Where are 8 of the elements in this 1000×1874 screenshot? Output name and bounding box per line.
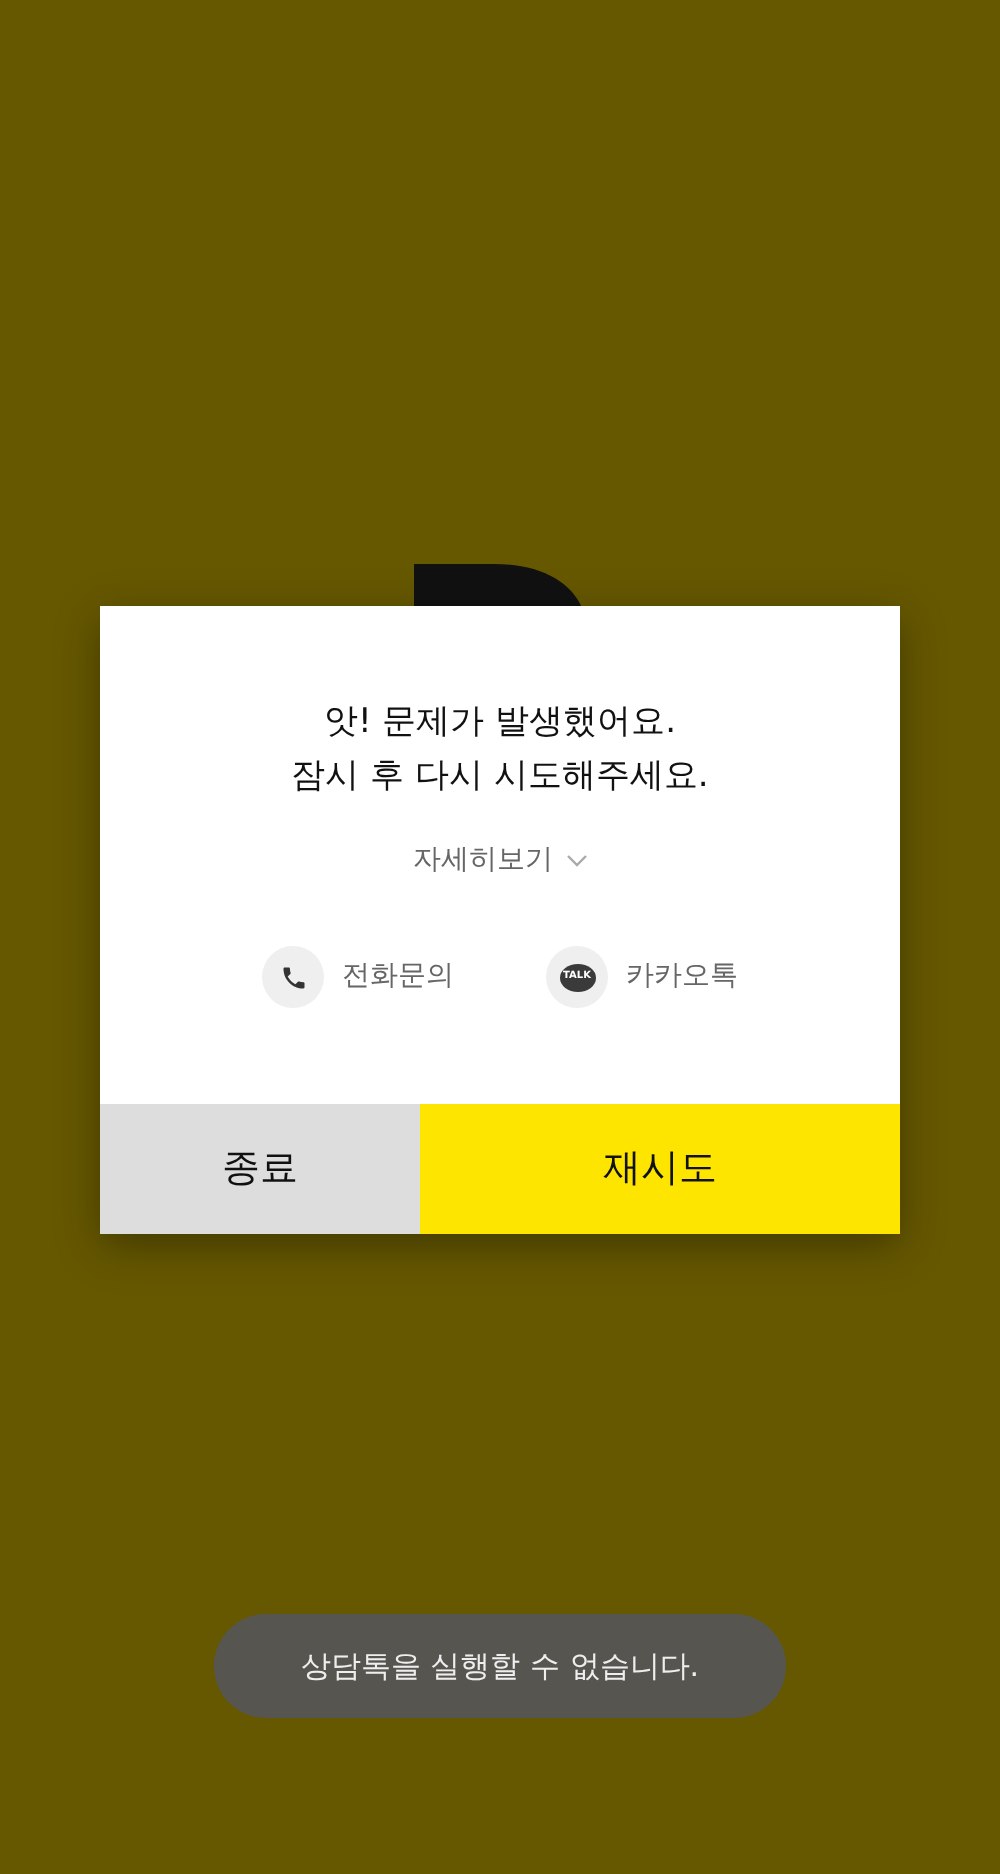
exit-button[interactable]: 종료 [100, 1104, 420, 1234]
error-message: 앗! 문제가 발생했어요. 잠시 후 다시 시도해주세요. [291, 700, 709, 800]
details-link[interactable]: 자세히보기 [413, 840, 587, 882]
toast-message: 상담톡을 실행할 수 없습니다. [214, 1614, 786, 1718]
contact-option[interactable]: 전화문의 [262, 946, 454, 1008]
chevron-down-icon [565, 854, 587, 868]
phone-icon [262, 946, 324, 1008]
retry-button[interactable]: 재시도 [420, 1104, 900, 1234]
